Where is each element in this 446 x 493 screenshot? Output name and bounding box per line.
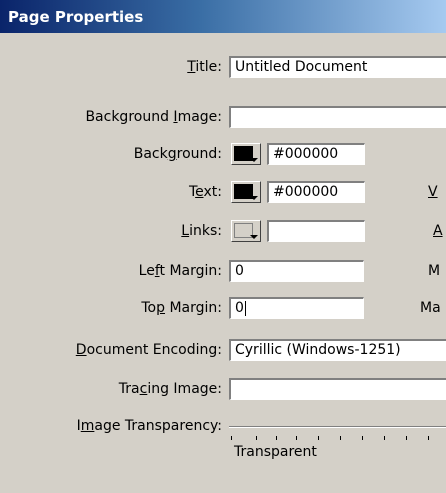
top-margin-input[interactable]: 0 (229, 297, 364, 319)
top-margin-label: Top Margin: (141, 300, 222, 316)
text-color-input[interactable]: #000000 (267, 181, 365, 203)
background-color-picker[interactable] (231, 143, 261, 165)
active-links-label: A (433, 223, 443, 239)
transparency-min-label: Transparent (234, 444, 317, 460)
dropdown-arrow-icon (250, 158, 258, 162)
background-color-label: Background: (133, 146, 222, 162)
document-encoding-select[interactable]: Cyrillic (Windows-1251) (229, 339, 446, 361)
left-margin-label: Left Margin: (138, 263, 222, 279)
slider-tick (384, 436, 385, 440)
title-input[interactable]: Untitled Document (229, 56, 446, 78)
links-color-label: Links: (181, 223, 222, 239)
tracing-image-label: Tracing Image: (118, 381, 222, 397)
window-title: Page Properties (8, 7, 144, 26)
dropdown-arrow-icon (250, 196, 258, 200)
margin-width-label: M (428, 263, 441, 279)
slider-tick (276, 436, 277, 440)
slider-tick (362, 436, 363, 440)
slider-tick (428, 436, 429, 440)
document-encoding-label: Document Encoding: (75, 342, 222, 358)
image-transparency-label: Image Transparency: (76, 418, 222, 434)
background-image-label: Background Image: (85, 109, 222, 125)
text-color-label: Text: (188, 184, 222, 200)
links-color-input[interactable] (267, 220, 365, 242)
window-title-bar[interactable]: Page Properties (0, 0, 446, 33)
text-caret (244, 300, 246, 316)
margin-height-label: Ma (420, 300, 441, 316)
transparency-slider-track[interactable] (229, 426, 446, 428)
visited-links-label: V (428, 184, 438, 200)
slider-tick (340, 436, 341, 440)
text-color-picker[interactable] (231, 181, 261, 203)
slider-tick (296, 436, 297, 440)
dropdown-arrow-icon (250, 235, 258, 239)
slider-tick (231, 436, 232, 440)
left-margin-input[interactable]: 0 (229, 260, 364, 282)
background-color-input[interactable]: #000000 (267, 143, 365, 165)
tracing-image-input[interactable] (229, 378, 446, 400)
slider-tick (406, 436, 407, 440)
slider-tick (256, 436, 257, 440)
slider-tick (318, 436, 319, 440)
links-color-picker[interactable] (231, 220, 261, 242)
background-image-input[interactable] (229, 106, 446, 128)
title-label: Title: (187, 59, 222, 75)
